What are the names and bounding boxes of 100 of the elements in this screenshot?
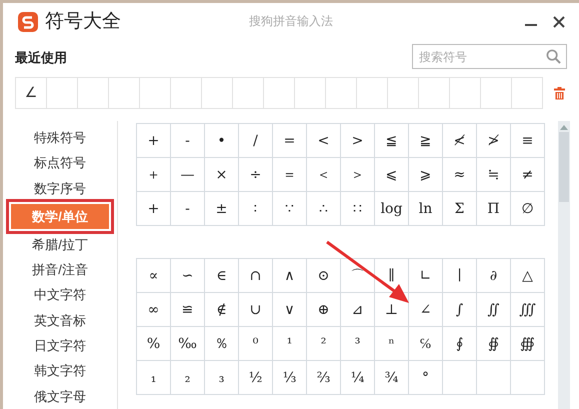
symbol-cell[interactable]: ‰	[171, 327, 205, 361]
symbol-cell[interactable]: ∶	[239, 192, 273, 226]
symbol-cell[interactable]: ∮	[443, 327, 477, 361]
scrollbar[interactable]	[558, 121, 570, 409]
symbol-cell[interactable]: ⩽	[375, 158, 409, 192]
symbol-cell[interactable]: ³	[341, 327, 375, 361]
symbol-cell[interactable]: —	[171, 158, 205, 192]
symbol-cell[interactable]: /	[239, 124, 273, 158]
symbol-cell[interactable]: ∅	[511, 192, 545, 226]
symbol-cell[interactable]: °	[409, 361, 443, 395]
symbol-cell[interactable]: ∰	[511, 327, 545, 361]
symbol-cell[interactable]: Σ	[443, 192, 477, 226]
symbol-cell[interactable]: ∞	[137, 293, 171, 327]
category-item[interactable]: 韩文字符	[9, 358, 111, 384]
symbol-cell[interactable]: +	[137, 124, 171, 158]
symbol-cell[interactable]: ¹	[273, 327, 307, 361]
symbol-cell[interactable]: ²	[307, 327, 341, 361]
symbol-cell[interactable]: ⁰	[239, 327, 273, 361]
symbol-cell[interactable]: ln	[409, 192, 443, 226]
symbol-cell[interactable]: ∪	[239, 293, 273, 327]
symbol-cell[interactable]: ≠	[511, 158, 545, 192]
symbol-cell[interactable]: ₂	[171, 361, 205, 395]
category-item[interactable]: 数字序号	[9, 176, 111, 201]
symbol-cell[interactable]: ∝	[137, 259, 171, 293]
search-field[interactable]: 搜索符号	[412, 44, 567, 69]
symbol-cell[interactable]: Π	[477, 192, 511, 226]
symbol-cell[interactable]: ≮	[443, 124, 477, 158]
symbol-cell[interactable]: ₁	[137, 361, 171, 395]
symbol-cell[interactable]: ＋	[137, 158, 171, 192]
symbol-cell[interactable]: ≯	[477, 124, 511, 158]
symbol-cell[interactable]: ⊕	[307, 293, 341, 327]
symbol-cell[interactable]: log	[375, 192, 409, 226]
search-icon[interactable]	[546, 49, 561, 64]
trash-icon[interactable]	[554, 86, 565, 100]
symbol-cell[interactable]: ₃	[205, 361, 239, 395]
symbol-cell[interactable]: △	[511, 259, 545, 293]
symbol-cell[interactable]: ℅	[409, 327, 443, 361]
symbol-cell[interactable]: ⅔	[307, 361, 341, 395]
symbol-cell[interactable]: ≒	[477, 158, 511, 192]
symbol-cell[interactable]: >	[341, 124, 375, 158]
scrollbar-thumb[interactable]	[559, 132, 569, 202]
symbol-cell[interactable]: ∬	[477, 293, 511, 327]
symbol-cell[interactable]: ±	[205, 192, 239, 226]
symbol-cell[interactable]: ÷	[239, 158, 273, 192]
symbol-cell[interactable]: ⊿	[341, 293, 375, 327]
symbol-cell[interactable]: ＞	[341, 158, 375, 192]
symbol-cell[interactable]: ≈	[443, 158, 477, 192]
category-item[interactable]: 中文字符	[9, 282, 111, 308]
symbol-cell[interactable]: ∯	[477, 327, 511, 361]
symbol-cell[interactable]: ¼	[341, 361, 375, 395]
category-item[interactable]: 俄文字母	[9, 384, 111, 409]
symbol-cell[interactable]: ∧	[273, 259, 307, 293]
symbol-cell[interactable]: ∷	[341, 192, 375, 226]
category-item[interactable]: 拼音/注音	[9, 256, 111, 282]
symbol-cell[interactable]: ×	[205, 158, 239, 192]
symbol-cell[interactable]: ∨	[273, 293, 307, 327]
symbol-cell[interactable]: ％	[205, 327, 239, 361]
symbol-cell[interactable]: -	[171, 124, 205, 158]
symbol-cell[interactable]: ＝	[273, 158, 307, 192]
symbol-cell[interactable]: ≡	[511, 124, 545, 158]
symbol-cell[interactable]: ⌒	[341, 259, 375, 293]
logo-icon	[17, 11, 39, 33]
symbol-cell[interactable]: ½	[239, 361, 273, 395]
category-item[interactable]: 标点符号	[9, 150, 111, 176]
symbol-cell[interactable]: -	[171, 192, 205, 226]
symbol-cell[interactable]: %	[137, 327, 171, 361]
symbol-cell[interactable]: +	[137, 192, 171, 226]
symbol-cell[interactable]: ⁿ	[375, 327, 409, 361]
scroll-up-icon[interactable]	[560, 124, 568, 130]
symbol-cell[interactable]: ⩾	[409, 158, 443, 192]
symbol-cell[interactable]: ∂	[477, 259, 511, 293]
symbol-cell[interactable]: ∈	[205, 259, 239, 293]
symbol-cell[interactable]: ⅓	[273, 361, 307, 395]
symbol-cell[interactable]: ∽	[171, 259, 205, 293]
category-item[interactable]: 希腊/拉丁	[9, 232, 111, 257]
symbol-cell[interactable]: ∵	[273, 192, 307, 226]
recent-symbol-cell[interactable]: ∠	[16, 78, 47, 109]
close-icon[interactable]	[553, 16, 565, 28]
symbol-cell[interactable]: ∉	[205, 293, 239, 327]
symbol-cell[interactable]: ∣	[443, 259, 477, 293]
symbol-cell[interactable]: ⊙	[307, 259, 341, 293]
symbol-cell[interactable]: ∴	[307, 192, 341, 226]
category-item[interactable]: 日文字符	[9, 332, 111, 358]
symbol-cell[interactable]: ∠	[409, 293, 443, 327]
symbol-cell[interactable]: ≧	[409, 124, 443, 158]
symbol-cell[interactable]: ≦	[375, 124, 409, 158]
symbol-cell[interactable]: ∭	[511, 293, 545, 327]
symbol-cell[interactable]: •	[205, 124, 239, 158]
symbol-cell[interactable]: ¾	[375, 361, 409, 395]
symbol-cell[interactable]: ∫	[443, 293, 477, 327]
symbol-cell[interactable]: ∟	[409, 259, 443, 293]
category-item[interactable]: 特殊符号	[9, 125, 111, 150]
symbol-cell[interactable]: =	[273, 124, 307, 158]
symbol-cell[interactable]: ∩	[239, 259, 273, 293]
recent-label: 最近使用	[15, 48, 67, 66]
symbol-cell[interactable]: ≌	[171, 293, 205, 327]
symbol-cell[interactable]: ＜	[307, 158, 341, 192]
category-item[interactable]: 英文音标	[9, 308, 111, 333]
symbol-cell[interactable]: <	[307, 124, 341, 158]
empty-cell	[477, 361, 511, 395]
